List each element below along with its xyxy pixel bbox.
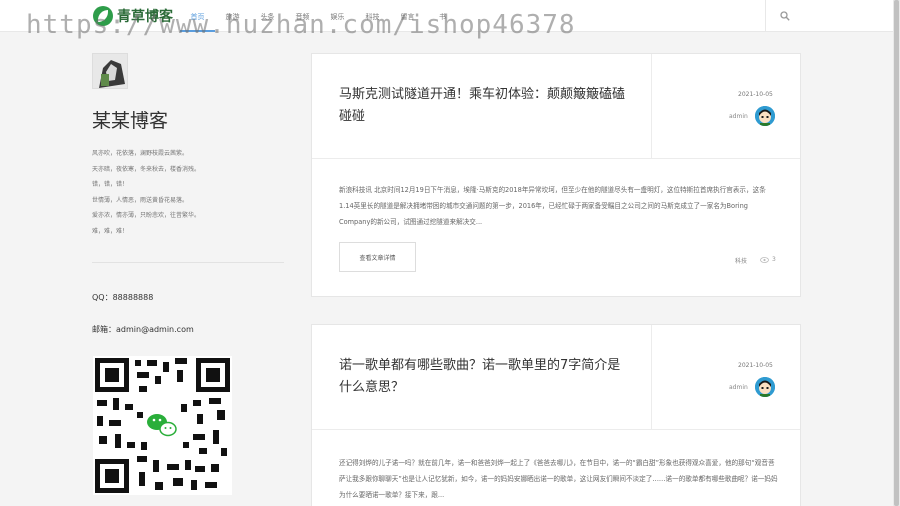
- post-card: 诺一歌单都有哪些歌曲？诺一歌单里的7字简介是什么意思？ 2021-10-05 a…: [311, 324, 801, 506]
- poem-line: 爱亦浓，情亦薄，只盼悲欢，往昔繁华。: [92, 212, 201, 219]
- eye-icon: [760, 256, 769, 263]
- view-count: 3: [772, 256, 776, 263]
- nav-item-tech[interactable]: 科技: [355, 0, 390, 32]
- post-excerpt: 新浪科技讯 北京时间12月19日下午消息，埃隆·马斯克的2018年异常坎坷，但至…: [339, 186, 766, 226]
- blog-avatar: [92, 53, 128, 89]
- scrollbar-thumb[interactable]: [894, 0, 899, 506]
- post-author[interactable]: admin: [729, 384, 748, 391]
- nav-item-guestbook[interactable]: 留言: [390, 0, 425, 32]
- post-excerpt: 还记得刘烨的儿子诺一吗？就在前几年，诺一和爸爸刘烨一起上了《爸爸去哪儿》，在节目…: [339, 459, 778, 499]
- post-card-header: 马斯克测试隧道开通！乘车初体验：颠颠簸簸磕磕碰碰 2021-10-05 admi…: [312, 54, 800, 159]
- poem-line: 错，错，错！: [92, 181, 129, 188]
- post-card: 马斯克测试隧道开通！乘车初体验：颠颠簸簸磕磕碰碰 2021-10-05 admi…: [311, 53, 801, 297]
- read-more-button[interactable]: 查看文章详情: [339, 242, 416, 272]
- nav-item-books[interactable]: 书: [425, 0, 460, 32]
- main-nav: 首页 旅游 头条 音频 娱乐 科技 留言 书: [180, 0, 460, 32]
- nav-item-audio[interactable]: 音频: [285, 0, 320, 32]
- email-contact: 邮箱：admin@admin.com: [92, 325, 194, 334]
- header-divider: [651, 325, 652, 430]
- site-logo[interactable]: 青草博客: [93, 5, 173, 27]
- page-scrollbar[interactable]: [893, 0, 900, 506]
- nav-item-headlines[interactable]: 头条: [250, 0, 285, 32]
- site-logo-text: 青草博客: [117, 9, 173, 25]
- author-avatar-icon[interactable]: [755, 106, 775, 126]
- sidebar-poem: 风亦吹，花依落，澜野枝霞云茜紫。 天亦暗，夜依寒，冬来秋去，楼香消残。 错，错，…: [92, 146, 200, 239]
- poem-line: 天亦暗，夜依寒，冬来秋去，楼香消残。: [92, 165, 201, 173]
- poem-line: 难，难，难！: [92, 227, 129, 235]
- post-views: 3: [760, 256, 776, 263]
- post-author[interactable]: admin: [729, 113, 748, 120]
- search-icon: [779, 11, 790, 21]
- leaf-logo-icon: [93, 6, 113, 26]
- top-nav-bar: 青草博客 首页 旅游 头条 音频 娱乐 科技 留言 书: [0, 0, 893, 32]
- nav-item-home[interactable]: 首页: [180, 0, 215, 32]
- post-date: 2021-10-05: [738, 362, 773, 369]
- post-category[interactable]: 科技: [735, 256, 747, 265]
- qq-contact: QQ：88888888: [92, 293, 154, 302]
- header-divider: [651, 54, 652, 159]
- post-date: 2021-10-05: [738, 91, 773, 98]
- post-card-header: 诺一歌单都有哪些歌曲？诺一歌单里的7字简介是什么意思？ 2021-10-05 a…: [312, 325, 800, 430]
- search-button[interactable]: [765, 0, 803, 32]
- poem-line: 风亦吹，花依落，澜野枝霞云茜紫。: [92, 150, 189, 157]
- post-title[interactable]: 诺一歌单都有哪些歌曲？诺一歌单里的7字简介是什么意思？: [339, 355, 629, 399]
- blog-title: 某某博客: [92, 110, 169, 132]
- post-title[interactable]: 马斯克测试隧道开通！乘车初体验：颠颠簸簸磕磕碰碰: [339, 84, 629, 128]
- author-avatar-icon[interactable]: [755, 377, 775, 397]
- wechat-qr-code: [93, 356, 232, 495]
- nav-item-entertainment[interactable]: 娱乐: [320, 0, 355, 32]
- nav-item-travel[interactable]: 旅游: [215, 0, 250, 32]
- sidebar-divider: [92, 262, 284, 263]
- poem-line: 世情薄，人情恶，雨送黄昏花易落。: [92, 196, 189, 204]
